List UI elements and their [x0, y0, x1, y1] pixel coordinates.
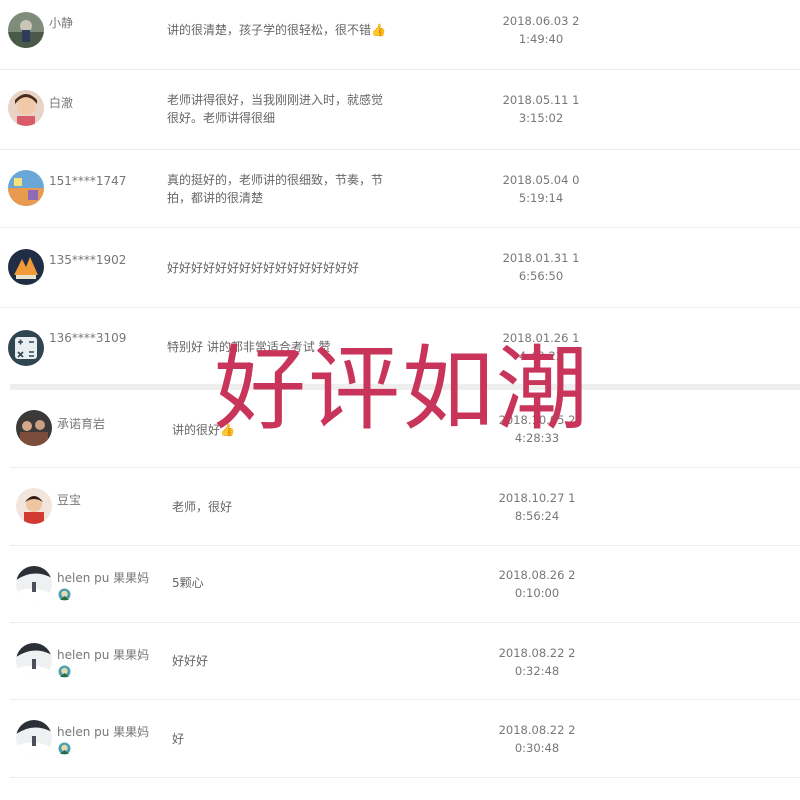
review-comment: 老师讲得很好，当我刚刚进入时，就感觉 很好。老师讲得很细 [167, 93, 384, 125]
user-avatar[interactable] [8, 12, 44, 48]
review-time: 2018.08.22 2 0:30:48 [498, 723, 576, 755]
review-row: 豆宝 老师，很好 2018.10.27 1 8:56:24 [10, 468, 800, 546]
user-name: helen pu 果果妈 [57, 725, 150, 739]
user-avatar[interactable] [16, 488, 52, 524]
user-name: helen pu 果果妈 [57, 571, 150, 585]
user-avatar[interactable] [8, 330, 44, 366]
overlay-headline: 好评如潮 [214, 336, 591, 443]
review-time: 2018.01.31 1 6:56:50 [502, 251, 580, 283]
user-name: 承诺育岩 [57, 417, 106, 431]
user-avatar[interactable] [16, 720, 52, 756]
review-time: 2018.08.26 2 0:10:00 [498, 568, 576, 600]
review-time: 2018.10.27 1 8:56:24 [498, 491, 576, 523]
user-name: 小静 [49, 16, 74, 30]
user-name: 135****1902 [49, 253, 127, 267]
user-avatar[interactable] [8, 90, 44, 126]
review-row: helen pu 果果妈 5颗心 2018.08.26 2 0:10:00 [10, 546, 800, 623]
user-name: helen pu 果果妈 [57, 648, 150, 662]
review-time: 2018.08.22 2 0:32:48 [498, 646, 576, 678]
member-badge-icon [58, 740, 71, 755]
member-badge-icon [58, 586, 71, 601]
review-comment: 好好好好好好好好好好好好好好好好 [167, 261, 360, 275]
user-avatar[interactable] [16, 643, 52, 679]
review-comment: 5颗心 [172, 576, 204, 590]
user-name: 豆宝 [57, 493, 82, 507]
user-avatar[interactable] [8, 170, 44, 206]
review-comment: 好好好 [172, 654, 209, 668]
review-time: 2018.06.03 2 1:49:40 [502, 14, 580, 46]
user-avatar[interactable] [16, 410, 52, 446]
review-row: 135****1902 好好好好好好好好好好好好好好好好 2018.01.31 … [0, 228, 800, 308]
user-name: 136****3109 [49, 331, 127, 345]
review-time: 2018.05.11 1 3:15:02 [502, 93, 580, 125]
review-comment: 老师，很好 [172, 500, 233, 514]
user-name: 白澈 [49, 96, 74, 110]
review-row: helen pu 果果妈 好 2018.08.22 2 0:30:48 [10, 700, 800, 778]
review-time: 2018.05.04 0 5:19:14 [502, 173, 580, 205]
user-avatar[interactable] [8, 249, 44, 285]
review-comment: 讲的很清楚，孩子学的很轻松，很不错👍 [167, 23, 386, 37]
user-name: 151****1747 [49, 174, 127, 188]
member-badge-icon [58, 663, 71, 678]
review-row: helen pu 果果妈 好好好 2018.08.22 2 0:32:48 [10, 623, 800, 700]
user-avatar[interactable] [16, 566, 52, 602]
review-row: 151****1747 真的挺好的，老师讲的很细致，节奏，节 拍，都讲的很清楚 2… [0, 150, 800, 228]
review-row: 白澈 老师讲得很好，当我刚刚进入时，就感觉 很好。老师讲得很细 2018.05.1… [0, 70, 800, 150]
review-comment: 好 [172, 732, 185, 746]
review-comment: 真的挺好的，老师讲的很细致，节奏，节 拍，都讲的很清楚 [167, 173, 384, 205]
review-row: 小静 讲的很清楚，孩子学的很轻松，很不错👍 2018.06.03 2 1:49:4… [0, 0, 800, 70]
